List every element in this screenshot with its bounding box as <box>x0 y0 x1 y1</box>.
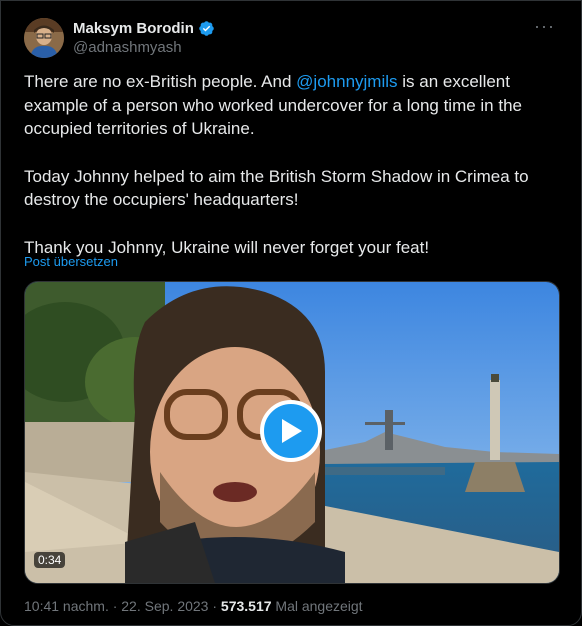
tweet-paragraph-2: Today Johnny helped to aim the British S… <box>24 166 529 210</box>
translate-post-link[interactable]: Post übersetzen <box>24 254 118 269</box>
mention-link[interactable]: @johnnyjmils <box>296 72 397 91</box>
tweet-text: There are no ex-British people. And @joh… <box>24 70 564 259</box>
author-name[interactable]: Maksym Borodin <box>73 20 194 37</box>
views-label: Mal angezeigt <box>271 598 363 614</box>
tweet-meta: 10:41 nachm. · 22. Sep. 2023 · 573.517 M… <box>24 598 363 614</box>
tweet-card: Maksym Borodin @adnashmyash ··· There ar… <box>0 0 582 626</box>
timestamp[interactable]: 10:41 nachm. · 22. Sep. 2023 · <box>24 598 221 614</box>
more-options-icon[interactable]: ··· <box>534 16 555 37</box>
play-button[interactable] <box>260 400 322 462</box>
play-icon <box>282 419 302 443</box>
author-handle[interactable]: @adnashmyash <box>73 39 215 56</box>
author-block: Maksym Borodin @adnashmyash <box>73 18 215 56</box>
video-duration: 0:34 <box>34 552 66 568</box>
avatar[interactable] <box>24 18 64 58</box>
tweet-text-segment: There are no ex-British people. And <box>24 72 297 91</box>
verified-badge-icon <box>198 20 215 37</box>
tweet-paragraph-1: There are no ex-British people. And @joh… <box>24 70 564 141</box>
views-count[interactable]: 573.517 <box>221 598 272 614</box>
